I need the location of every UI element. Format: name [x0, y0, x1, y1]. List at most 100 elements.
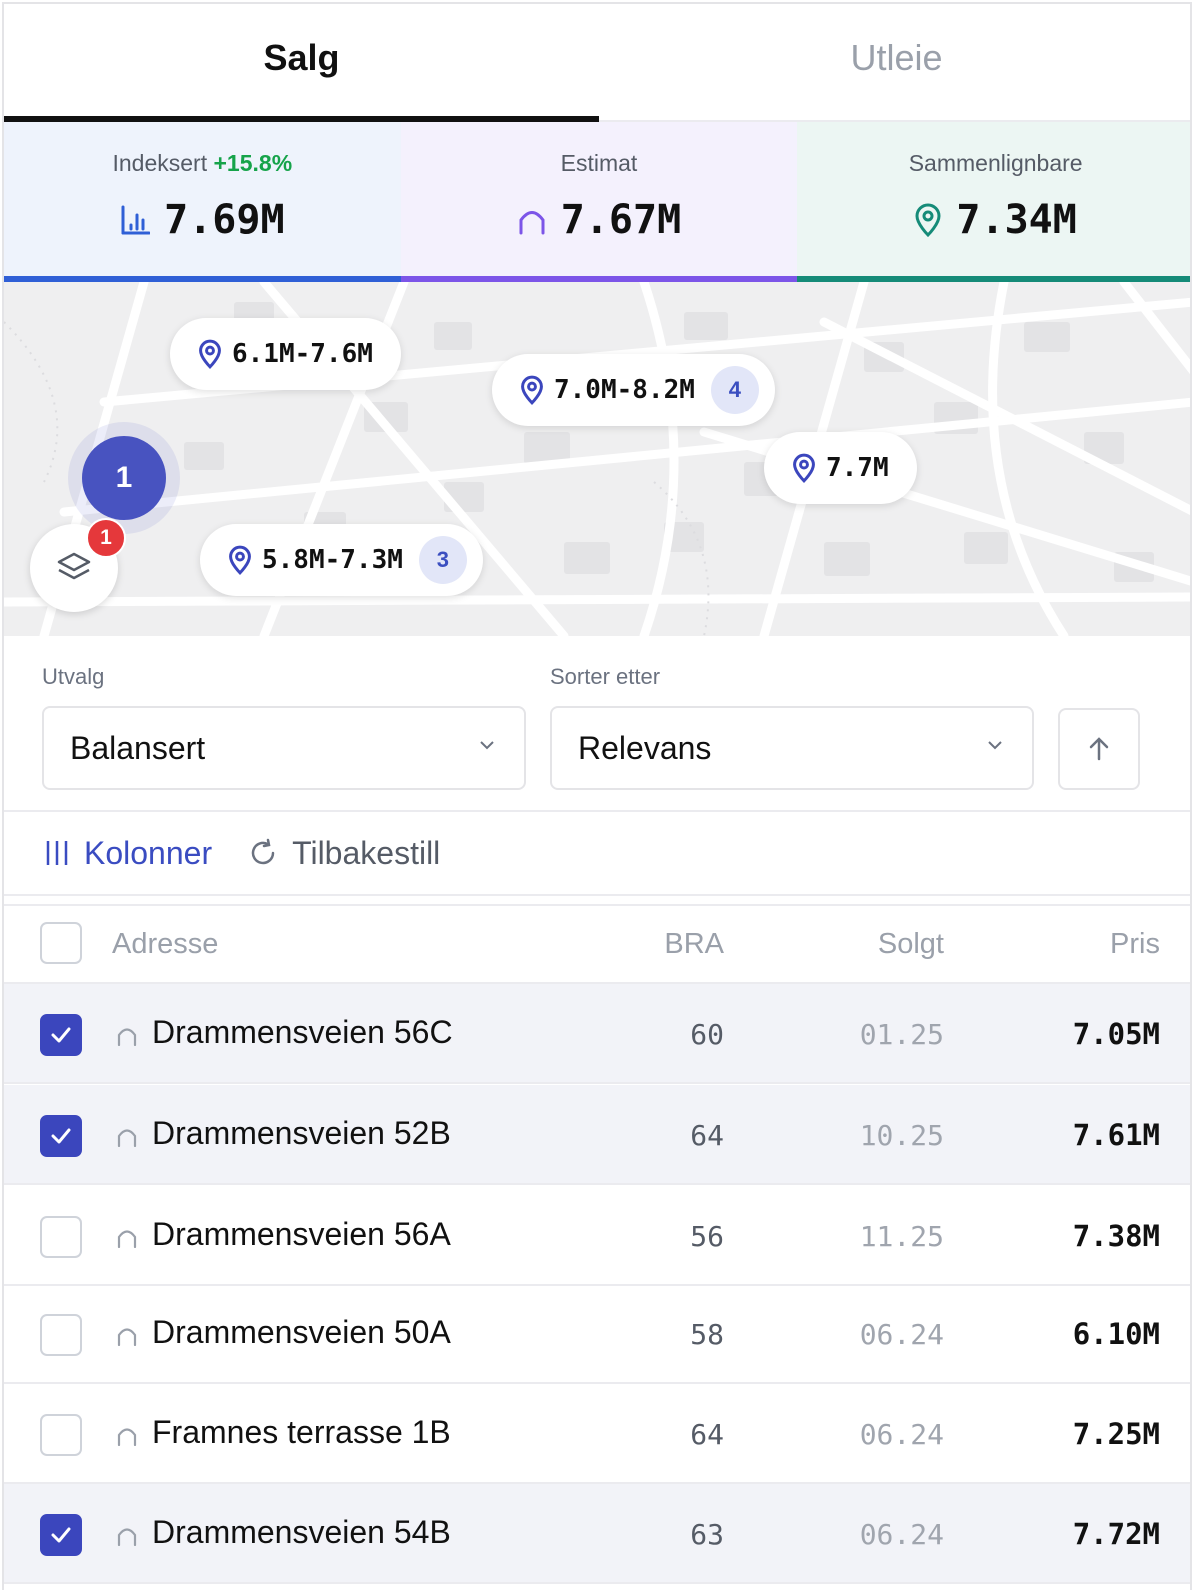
house-icon — [117, 1328, 137, 1346]
checkmark-icon — [51, 1128, 71, 1144]
stat-indexed-value: 7.69M — [164, 197, 285, 243]
map-marker-label: 7.0M-8.2M — [554, 375, 695, 405]
layers-icon — [57, 552, 91, 580]
map-marker-price-range[interactable]: 5.8M-7.3M 3 — [200, 524, 483, 596]
map-marker-label: 5.8M-7.3M — [262, 545, 403, 575]
row-checkbox[interactable] — [40, 1514, 82, 1556]
map-pin-icon — [199, 339, 221, 369]
chevron-down-icon — [988, 741, 1002, 750]
sort-direction-button[interactable] — [1058, 708, 1140, 790]
table-toolbar: Kolonner Tilbakestill — [4, 812, 1190, 896]
map-pin-icon — [229, 545, 251, 575]
column-header-bra[interactable]: BRA — [664, 928, 724, 961]
row-checkbox[interactable] — [40, 1115, 82, 1157]
row-price: 7.38M — [1072, 1219, 1160, 1253]
row-address: Drammensveien 56C — [152, 1014, 453, 1050]
stat-comparables-label: Sammenlignbare — [908, 150, 1083, 176]
map-pin-icon — [915, 203, 941, 237]
row-checkbox[interactable] — [40, 1414, 82, 1456]
table-row[interactable]: Drammensveien 52B 64 10.25 7.61M — [4, 1085, 1190, 1185]
column-header-price[interactable]: Pris — [1110, 928, 1160, 961]
reset-label: Tilbakestill — [292, 834, 441, 871]
house-icon — [117, 1428, 137, 1446]
sort-dropdown[interactable]: Relevans — [550, 706, 1034, 790]
map-marker-price-range[interactable]: 7.0M-8.2M 4 — [492, 354, 775, 426]
row-address: Drammensveien 50A — [152, 1314, 451, 1350]
house-icon — [117, 1129, 137, 1147]
table-row[interactable]: Drammensveien 56A 56 11.25 7.38M — [4, 1186, 1190, 1286]
stat-indexed-delta: +15.8% — [213, 150, 293, 176]
selection-dropdown[interactable]: Balansert — [42, 706, 526, 790]
row-bra: 64 — [690, 1119, 724, 1152]
chevron-down-icon — [480, 741, 494, 750]
arrow-up-icon — [1089, 737, 1109, 761]
tab-salg[interactable]: Salg — [4, 4, 599, 122]
map-marker-label: 6.1M-7.6M — [232, 339, 373, 369]
sort-value: Relevans — [578, 729, 712, 766]
reset-button[interactable]: Tilbakestill — [248, 835, 440, 872]
house-icon — [519, 211, 545, 235]
row-sold-date: 06.24 — [859, 1518, 944, 1551]
row-checkbox[interactable] — [40, 1314, 82, 1356]
stat-indexed-label: Indeksert +15.8% — [113, 150, 293, 177]
columns-icon — [46, 841, 68, 865]
table-row[interactable]: Framnes terrasse 1B 64 06.24 7.25M — [4, 1384, 1190, 1484]
stat-estimate-value-row: 7.67M — [517, 197, 681, 243]
checkmark-icon — [51, 1527, 71, 1543]
columns-label: Kolonner — [84, 834, 213, 871]
row-address: Drammensveien 52B — [152, 1115, 451, 1151]
stat-comparables[interactable]: Sammenlignbare 7.34M — [797, 122, 1190, 282]
tab-utleie[interactable]: Utleie — [599, 4, 1190, 120]
layers-notification-badge: 1 — [86, 518, 126, 558]
row-address: Framnes terrasse 1B — [152, 1414, 451, 1450]
table-row[interactable]: Drammensveien 54B 63 06.24 7.72M — [4, 1484, 1190, 1584]
stat-indexed-label-text: Indeksert — [112, 150, 208, 176]
row-bra: 60 — [690, 1018, 724, 1051]
row-sold-date: 10.25 — [859, 1119, 944, 1152]
row-sold-date: 01.25 — [859, 1018, 944, 1051]
house-icon — [117, 1528, 137, 1546]
stat-estimate[interactable]: Estimat 7.67M — [400, 122, 798, 282]
row-sold-date: 06.24 — [859, 1418, 944, 1451]
table-row[interactable]: Drammensveien 50A 58 06.24 6.10M — [4, 1284, 1190, 1384]
row-price: 6.10M — [1072, 1317, 1160, 1351]
stat-indexed[interactable]: Indeksert +15.8% 7.69M — [4, 122, 401, 282]
map-marker-price[interactable]: 7.7M — [764, 432, 917, 504]
stat-estimate-label: Estimat — [560, 150, 638, 176]
selection-value: Balansert — [70, 729, 206, 766]
tab-bar: Salg Utleie — [4, 4, 1190, 122]
map-marker-count: 4 — [710, 366, 759, 414]
map-pin-icon — [793, 453, 815, 483]
map-cluster-marker[interactable]: 1 — [82, 436, 166, 520]
row-address: Drammensveien 56A — [152, 1216, 451, 1252]
app-frame: Salg Utleie Indeksert +15.8% 7.69M Estim… — [2, 2, 1192, 1590]
house-icon — [117, 1028, 137, 1046]
row-bra: 56 — [690, 1220, 724, 1253]
column-header-address[interactable]: Adresse — [112, 928, 218, 961]
stat-comparables-value-row: 7.34M — [914, 197, 1077, 243]
row-sold-date: 11.25 — [859, 1220, 944, 1253]
map-view[interactable]: 6.1M-7.6M 7.0M-8.2M 4 7.7M 5.8M-7.3M 3 1… — [4, 282, 1190, 636]
row-bra: 63 — [690, 1518, 724, 1551]
select-all-checkbox[interactable] — [40, 922, 82, 964]
row-price: 7.25M — [1072, 1417, 1160, 1451]
row-address: Drammensveien 54B — [152, 1514, 451, 1550]
columns-button[interactable]: Kolonner — [44, 835, 212, 872]
row-bra: 58 — [690, 1318, 724, 1351]
filter-panel: Utvalg Balansert Sorter etter Relevans — [4, 636, 1190, 812]
map-marker-count: 3 — [418, 536, 467, 584]
map-marker-price-range[interactable]: 6.1M-7.6M — [170, 318, 401, 390]
row-price: 7.05M — [1072, 1017, 1160, 1051]
column-header-sold[interactable]: Solgt — [878, 928, 944, 961]
stat-indexed-value-row: 7.69M — [120, 197, 285, 243]
table-header: Adresse BRA Solgt Pris — [4, 908, 1190, 984]
map-pin-icon — [521, 375, 543, 405]
sort-label: Sorter etter — [550, 664, 661, 689]
row-checkbox[interactable] — [40, 1014, 82, 1056]
row-checkbox[interactable] — [40, 1216, 82, 1258]
house-icon — [117, 1230, 137, 1248]
table-row[interactable]: Drammensveien 56C 60 01.25 7.05M — [4, 984, 1190, 1084]
selection-label: Utvalg — [42, 664, 105, 689]
valuation-summary: Indeksert +15.8% 7.69M Estimat 7.67M Sam… — [4, 122, 1190, 282]
stat-comparables-value: 7.34M — [956, 197, 1077, 243]
